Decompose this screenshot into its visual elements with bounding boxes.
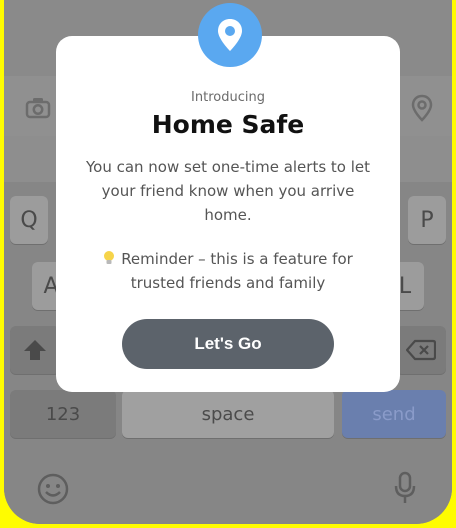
numbers-key[interactable]: 123 <box>10 390 116 438</box>
key-q[interactable]: Q <box>10 196 48 244</box>
camera-icon[interactable] <box>22 92 54 124</box>
reminder-label: Reminder – this is a feature for trusted… <box>121 250 353 292</box>
backspace-key[interactable] <box>396 326 446 374</box>
microphone-icon[interactable] <box>392 470 418 506</box>
modal-title: Home Safe <box>151 110 305 139</box>
emoji-icon[interactable] <box>36 472 70 506</box>
send-key[interactable]: send <box>342 390 446 438</box>
intro-label: Introducing <box>191 90 265 105</box>
shift-icon <box>24 340 46 360</box>
key-p[interactable]: P <box>408 196 446 244</box>
space-key[interactable]: space <box>122 390 334 438</box>
modal-description: You can now set one-time alerts to let y… <box>85 158 371 224</box>
lightbulb-icon <box>104 251 115 264</box>
location-pin-icon <box>218 19 242 51</box>
location-badge <box>198 3 262 67</box>
reminder-text: Reminder – this is a feature for trusted… <box>90 247 366 295</box>
shift-key[interactable] <box>10 326 60 374</box>
map-pin-icon[interactable] <box>406 92 438 124</box>
lets-go-button[interactable]: Let's Go <box>122 319 334 369</box>
backspace-icon <box>406 339 436 361</box>
